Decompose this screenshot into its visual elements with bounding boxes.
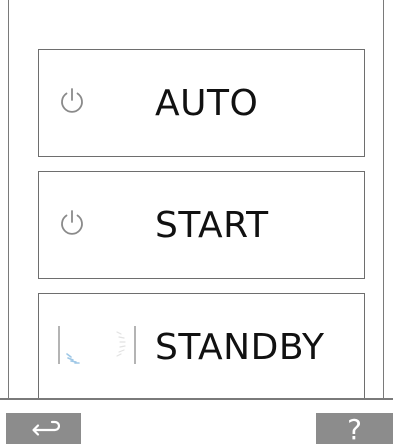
- back-arrow-icon: [32, 420, 60, 436]
- help-button[interactable]: ?: [316, 413, 393, 444]
- back-button[interactable]: [6, 413, 81, 444]
- auto-mode-button[interactable]: AUTO: [38, 49, 365, 157]
- mode-list[interactable]: AUTO START STANDBY: [0, 0, 393, 398]
- standby-progress-icon: [58, 326, 136, 364]
- start-mode-label: START: [155, 205, 269, 246]
- footer-divider: [0, 398, 393, 400]
- help-icon: ?: [347, 413, 362, 444]
- auto-mode-label: AUTO: [155, 83, 259, 124]
- start-mode-button[interactable]: START: [38, 171, 365, 279]
- standby-mode-label: STANDBY: [155, 327, 325, 368]
- power-icon: [61, 88, 83, 113]
- mode-selection-screen: AUTO START STANDBY ?: [0, 0, 393, 444]
- power-icon: [61, 210, 83, 235]
- standby-mode-button[interactable]: STANDBY: [38, 293, 365, 398]
